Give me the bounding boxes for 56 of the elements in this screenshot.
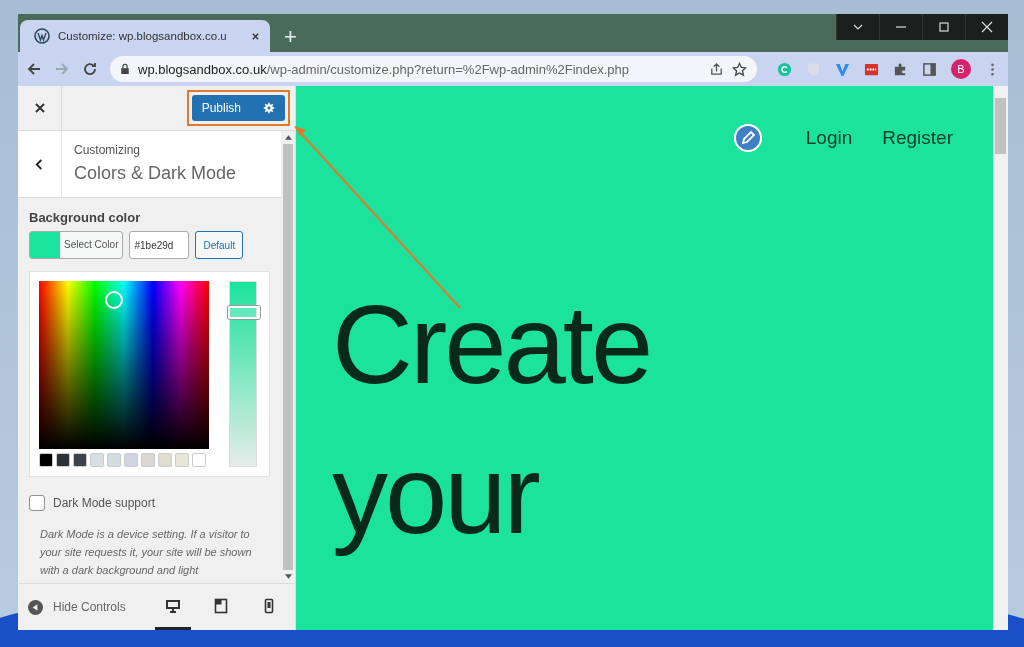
v-letter-icon[interactable] — [835, 61, 850, 77]
picker-marker-handle[interactable] — [105, 291, 123, 309]
hex-input-field[interactable]: #1be29d — [129, 231, 190, 259]
reload-icon[interactable] — [82, 61, 98, 77]
puzzle-icon[interactable] — [893, 61, 908, 77]
palette-swatch[interactable] — [73, 453, 87, 467]
share-icon[interactable] — [709, 61, 724, 77]
gear-icon — [263, 102, 275, 114]
default-button[interactable]: Default — [195, 231, 244, 259]
hide-controls-button[interactable]: Hide Controls — [28, 599, 126, 615]
palette-swatch[interactable] — [124, 453, 138, 467]
lock-icon — [120, 63, 130, 75]
section-title: Colors & Dark Mode — [74, 163, 237, 184]
checkbox-label: Dark Mode support — [53, 496, 156, 510]
side-panel-icon[interactable] — [922, 61, 937, 77]
control-label: Background color — [29, 210, 142, 225]
back-arrow-icon[interactable] — [26, 61, 42, 77]
tablet-icon — [213, 597, 229, 614]
palette-swatch[interactable] — [90, 453, 104, 467]
palette-swatch[interactable] — [56, 453, 70, 467]
select-color-button[interactable]: Select Color — [29, 231, 124, 259]
wordpress-logo-icon — [34, 28, 50, 44]
chevron-left-icon — [35, 157, 44, 171]
dashed-box-extension-icon[interactable] — [864, 61, 879, 77]
publish-button[interactable]: Publish — [191, 95, 285, 121]
close-tab-icon[interactable] — [251, 31, 260, 41]
star-icon[interactable] — [732, 61, 747, 77]
tab-title: Customize: wp.blogsandbox.co.u — [58, 30, 228, 42]
nav-link[interactable]: Register — [882, 127, 953, 149]
address-bar[interactable]: wp.blogsandbox.co.uk/wp-admin/customize.php?return=%2Fwp-admin%2Findex.php — [110, 56, 757, 82]
nav-link[interactable]: Login — [805, 127, 853, 149]
description-text: Dark Mode is a device setting. If a visitor to your site requests it, your site will be shown with a dark background and light — [40, 527, 253, 578]
palette-swatch[interactable] — [141, 453, 155, 467]
close-icon — [33, 102, 46, 114]
url-text: wp.blogsandbox.co.uk/wp-admin/customize.php?return=%2Fwp-admin%2Findex.php — [138, 61, 631, 77]
palette-swatch[interactable] — [192, 453, 206, 467]
new-tab-button[interactable]: + — [278, 24, 303, 50]
hero-heading: Create — [332, 281, 652, 409]
pencil-edit-icon[interactable] — [733, 124, 762, 152]
color-spectrum-square[interactable] — [39, 281, 209, 449]
browser-tab[interactable]: Customize: wp.blogsandbox.co.u — [20, 20, 270, 52]
palette-swatch[interactable] — [158, 453, 172, 467]
scroll-down-icon[interactable] — [284, 574, 292, 579]
collapse-icon — [28, 599, 43, 615]
checkbox[interactable] — [29, 495, 45, 511]
palette-swatch[interactable] — [107, 453, 121, 467]
preview-scrollbar[interactable] — [993, 86, 1008, 630]
desktop-icon — [165, 597, 181, 614]
scroll-up-icon[interactable] — [284, 135, 292, 140]
palette-swatch[interactable] — [39, 453, 53, 467]
profile-avatar[interactable]: B — [951, 59, 971, 79]
palette-swatch[interactable] — [175, 453, 189, 467]
slider-handle[interactable] — [228, 305, 260, 319]
breadcrumb-text: Customizing — [74, 143, 142, 157]
hero-heading: your — [332, 431, 540, 559]
c-letter-extension-icon[interactable] — [777, 61, 792, 77]
